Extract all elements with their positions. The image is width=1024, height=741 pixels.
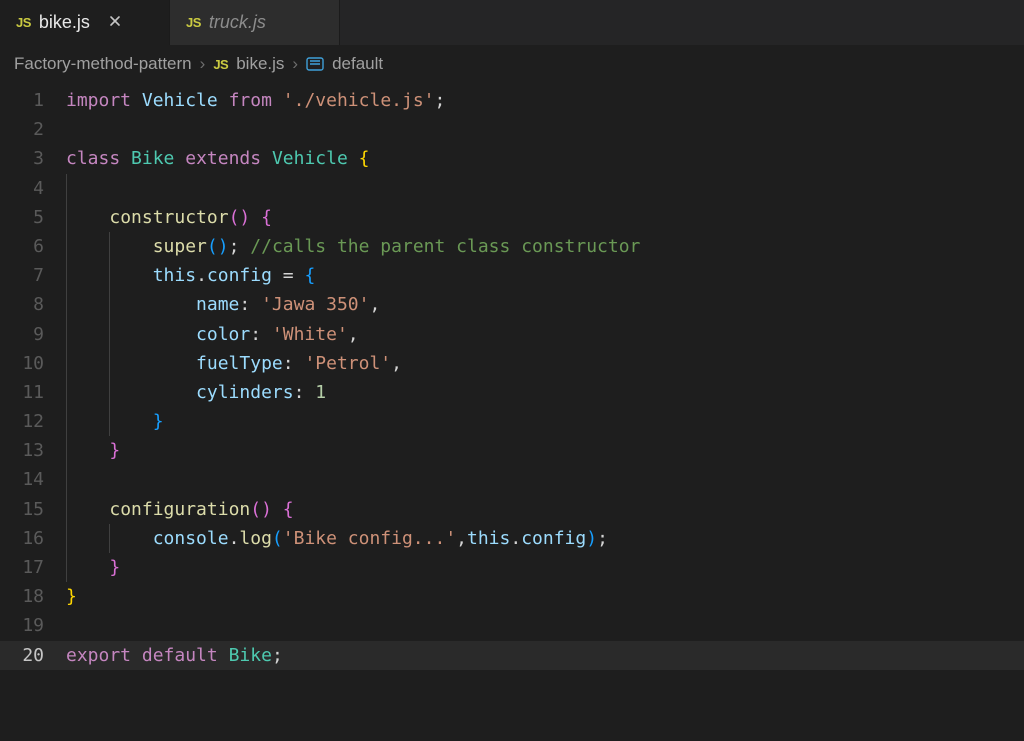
line-content[interactable]	[66, 115, 1024, 144]
line-content[interactable]: import Vehicle from './vehicle.js';	[66, 86, 1024, 115]
line-content[interactable]: }	[66, 553, 1024, 582]
line-number: 10	[0, 349, 66, 378]
line-content[interactable]: super(); //calls the parent class constr…	[66, 232, 1024, 261]
js-icon: JS	[213, 57, 228, 72]
js-icon: JS	[16, 15, 31, 30]
line-content[interactable]: color: 'White',	[66, 320, 1024, 349]
line-content[interactable]: configuration() {	[66, 495, 1024, 524]
code-line-2[interactable]: 2	[0, 115, 1024, 144]
line-content[interactable]: console.log('Bike config...',this.config…	[66, 524, 1024, 553]
line-number: 8	[0, 290, 66, 319]
code-line-3[interactable]: 3class Bike extends Vehicle {	[0, 144, 1024, 173]
line-content[interactable]: }	[66, 582, 1024, 611]
line-number: 20	[0, 641, 66, 670]
code-line-20[interactable]: 20export default Bike;	[0, 641, 1024, 670]
line-number: 19	[0, 611, 66, 640]
code-line-17[interactable]: 17 }	[0, 553, 1024, 582]
code-line-12[interactable]: 12 }	[0, 407, 1024, 436]
close-icon[interactable]	[104, 12, 126, 34]
chevron-right-icon: ›	[292, 54, 298, 74]
code-line-19[interactable]: 19	[0, 611, 1024, 640]
code-line-1[interactable]: 1import Vehicle from './vehicle.js';	[0, 86, 1024, 115]
line-content[interactable]: constructor() {	[66, 203, 1024, 232]
tab-bike-js[interactable]: JS bike.js	[0, 0, 170, 45]
js-icon: JS	[186, 15, 201, 30]
line-content[interactable]: name: 'Jawa 350',	[66, 290, 1024, 319]
breadcrumb-folder[interactable]: Factory-method-pattern	[14, 54, 192, 74]
line-number: 18	[0, 582, 66, 611]
code-line-8[interactable]: 8 name: 'Jawa 350',	[0, 290, 1024, 319]
line-number: 6	[0, 232, 66, 261]
module-symbol-icon	[306, 57, 324, 71]
code-line-18[interactable]: 18}	[0, 582, 1024, 611]
line-number: 3	[0, 144, 66, 173]
line-content[interactable]: export default Bike;	[66, 641, 1024, 670]
line-number: 15	[0, 495, 66, 524]
tab-label: truck.js	[209, 12, 266, 33]
code-line-4[interactable]: 4	[0, 174, 1024, 203]
line-number: 7	[0, 261, 66, 290]
code-line-5[interactable]: 5 constructor() {	[0, 203, 1024, 232]
code-line-15[interactable]: 15 configuration() {	[0, 495, 1024, 524]
line-content[interactable]: this.config = {	[66, 261, 1024, 290]
line-content[interactable]	[66, 174, 1024, 203]
line-number: 13	[0, 436, 66, 465]
code-line-6[interactable]: 6 super(); //calls the parent class cons…	[0, 232, 1024, 261]
line-number: 2	[0, 115, 66, 144]
code-line-11[interactable]: 11 cylinders: 1	[0, 378, 1024, 407]
line-content[interactable]: }	[66, 436, 1024, 465]
chevron-right-icon: ›	[200, 54, 206, 74]
line-content[interactable]	[66, 465, 1024, 494]
breadcrumb-bar: Factory-method-pattern › JS bike.js › de…	[0, 46, 1024, 82]
tab-truck-js[interactable]: JS truck.js	[170, 0, 340, 45]
line-number: 1	[0, 86, 66, 115]
breadcrumb-file[interactable]: bike.js	[236, 54, 284, 74]
tab-label: bike.js	[39, 12, 90, 33]
line-number: 12	[0, 407, 66, 436]
code-line-9[interactable]: 9 color: 'White',	[0, 320, 1024, 349]
code-line-13[interactable]: 13 }	[0, 436, 1024, 465]
line-number: 11	[0, 378, 66, 407]
line-number: 4	[0, 174, 66, 203]
code-line-10[interactable]: 10 fuelType: 'Petrol',	[0, 349, 1024, 378]
code-line-16[interactable]: 16 console.log('Bike config...',this.con…	[0, 524, 1024, 553]
line-content[interactable]: cylinders: 1	[66, 378, 1024, 407]
line-content[interactable]	[66, 611, 1024, 640]
code-editor[interactable]: 1import Vehicle from './vehicle.js';23cl…	[0, 82, 1024, 670]
line-content[interactable]: fuelType: 'Petrol',	[66, 349, 1024, 378]
line-number: 17	[0, 553, 66, 582]
code-line-14[interactable]: 14	[0, 465, 1024, 494]
line-content[interactable]: class Bike extends Vehicle {	[66, 144, 1024, 173]
line-number: 16	[0, 524, 66, 553]
line-number: 14	[0, 465, 66, 494]
line-number: 5	[0, 203, 66, 232]
editor-tabs: JS bike.js JS truck.js	[0, 0, 1024, 46]
line-content[interactable]: }	[66, 407, 1024, 436]
breadcrumb-symbol[interactable]: default	[332, 54, 383, 74]
code-line-7[interactable]: 7 this.config = {	[0, 261, 1024, 290]
line-number: 9	[0, 320, 66, 349]
